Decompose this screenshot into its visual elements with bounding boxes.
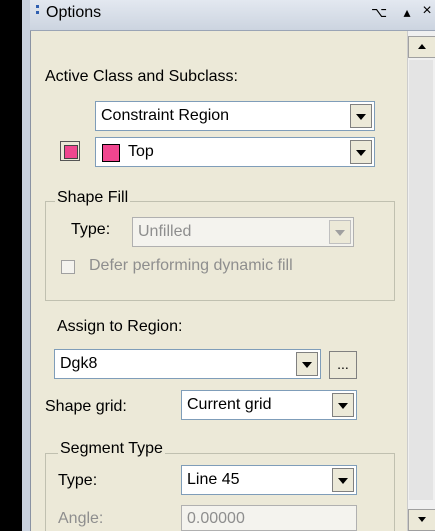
chevron-down-icon[interactable] — [332, 468, 354, 492]
arrow-up-icon — [418, 44, 426, 49]
collapse-icon[interactable]: ▴ — [400, 4, 414, 21]
subclass-dropdown-value: Top — [128, 143, 154, 160]
segment-type-dropdown[interactable]: Line 45 — [181, 465, 357, 495]
defer-fill-label: Defer performing dynamic fill — [89, 257, 293, 274]
browse-region-button[interactable]: ... — [329, 351, 357, 379]
color-swatch-button[interactable] — [60, 141, 80, 161]
scrollbar-thumb[interactable] — [409, 60, 433, 500]
scroll-up-button[interactable] — [408, 36, 435, 58]
fill-type-label: Type: — [71, 221, 111, 238]
shape-grid-label: Shape grid: — [45, 398, 127, 415]
shape-grid-dropdown[interactable]: Current grid — [181, 390, 357, 420]
class-dropdown[interactable]: Constraint Region — [95, 101, 375, 131]
shape-fill-legend: Shape Fill — [55, 189, 131, 207]
grip-icon — [36, 5, 40, 23]
fill-type-value: Unfilled — [138, 223, 192, 240]
chevron-down-icon[interactable] — [296, 352, 318, 376]
chevron-down-icon[interactable] — [329, 220, 351, 244]
subclass-color-swatch — [102, 144, 120, 162]
angle-input[interactable]: 0.00000 — [181, 505, 357, 531]
chevron-down-icon[interactable] — [350, 140, 372, 164]
region-dropdown-value: Dgk8 — [60, 355, 98, 372]
subclass-dropdown[interactable]: Top — [95, 137, 375, 167]
shape-grid-value: Current grid — [187, 396, 272, 413]
segment-type-value: Line 45 — [187, 471, 240, 488]
window-title: Options — [46, 4, 102, 21]
shape-fill-group — [45, 201, 395, 301]
segment-type-label: Type: — [58, 472, 98, 489]
region-dropdown[interactable]: Dgk8 — [54, 349, 321, 379]
chevron-down-icon[interactable] — [350, 104, 372, 128]
close-icon[interactable]: × — [420, 2, 434, 20]
scroll-down-button[interactable] — [408, 509, 435, 531]
arrow-down-icon — [418, 517, 426, 522]
active-class-label: Active Class and Subclass: — [45, 68, 238, 85]
background-strip — [0, 0, 22, 531]
chevron-down-icon[interactable] — [332, 393, 354, 417]
defer-fill-checkbox[interactable] — [61, 260, 75, 274]
pin-icon[interactable]: ⌥ — [371, 4, 387, 21]
assign-region-label: Assign to Region: — [57, 318, 183, 335]
class-dropdown-value: Constraint Region — [101, 107, 230, 124]
fill-type-dropdown[interactable]: Unfilled — [132, 217, 354, 247]
panel-edge — [22, 0, 31, 531]
angle-value: 0.00000 — [187, 510, 245, 527]
segment-type-legend: Segment Type — [58, 440, 165, 458]
angle-label: Angle: — [58, 510, 104, 527]
options-panel: Active Class and Subclass: Constraint Re… — [31, 31, 407, 531]
